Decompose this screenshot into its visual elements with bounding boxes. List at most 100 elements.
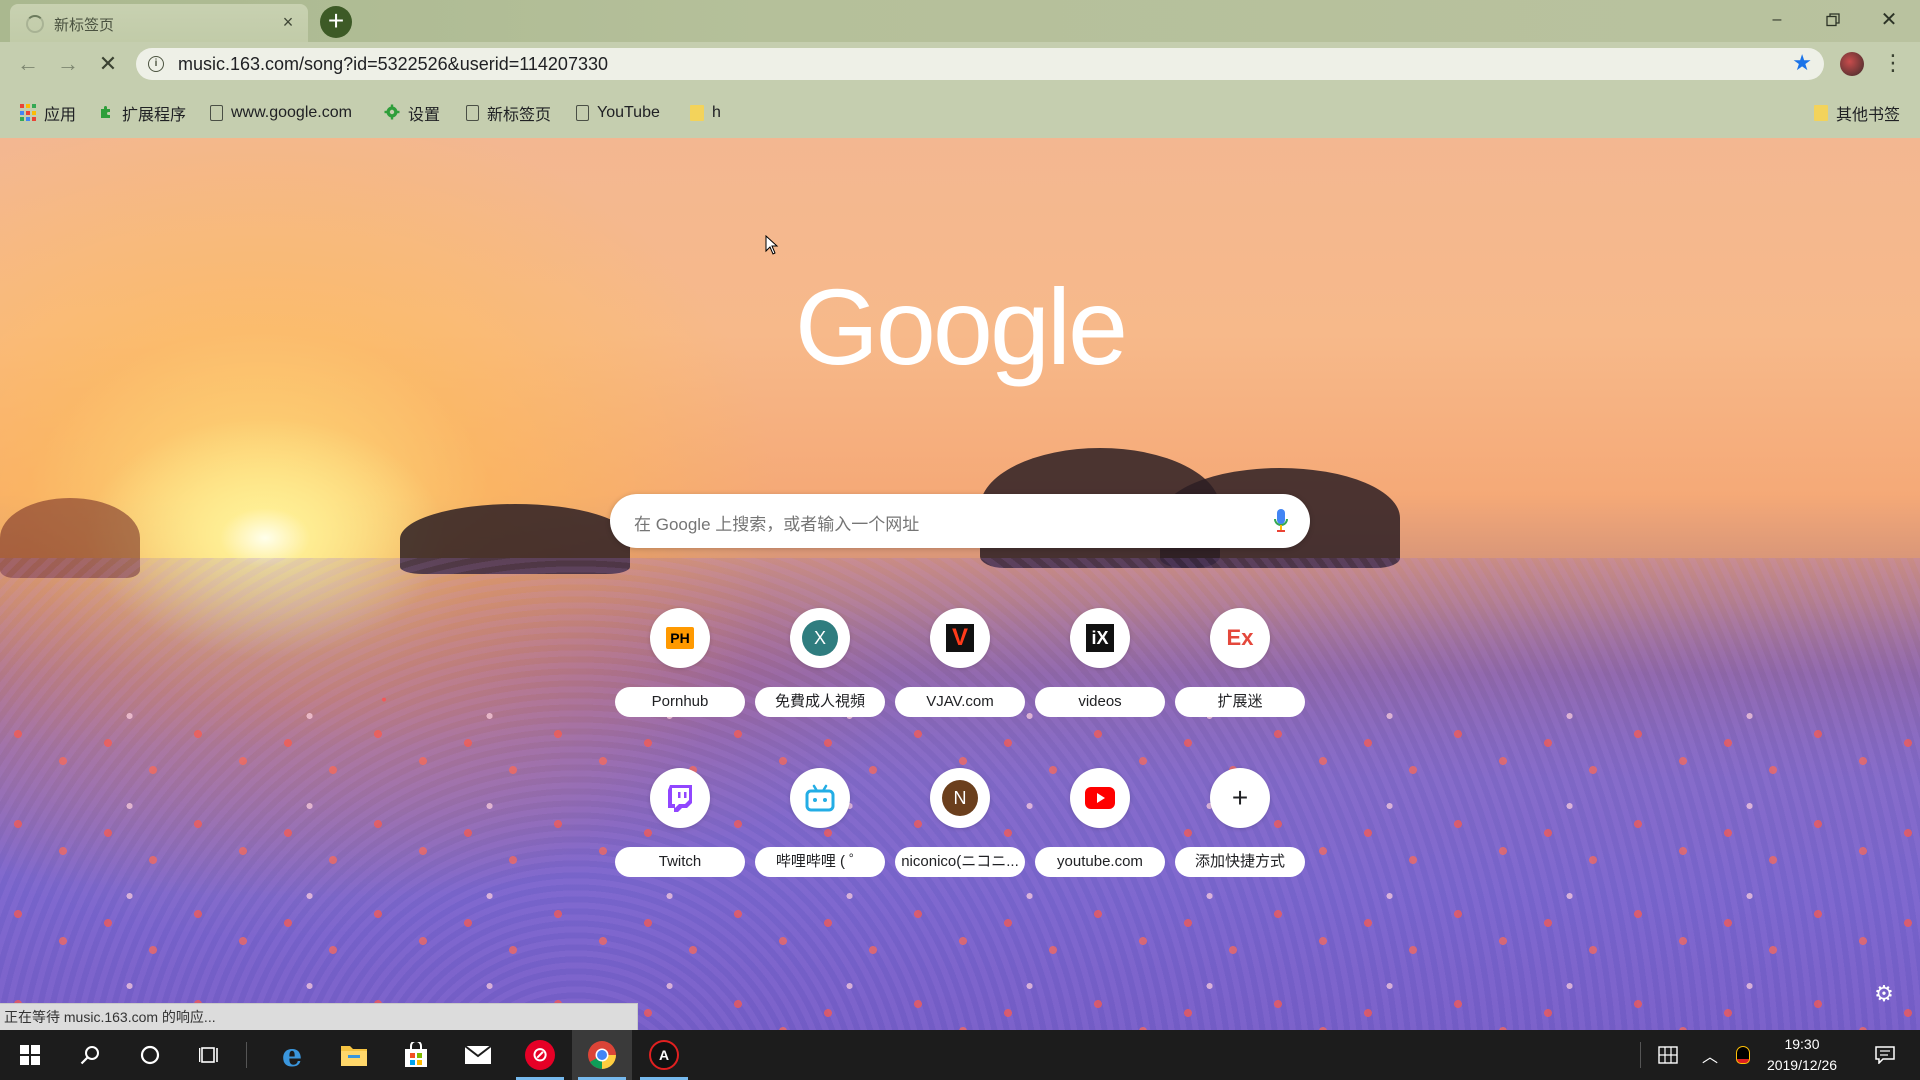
close-window-button[interactable]: ✕	[1866, 4, 1912, 36]
bookmark-other[interactable]: 其他书签	[1814, 102, 1900, 124]
shortcut-label[interactable]: 免費成人視頻	[755, 687, 885, 717]
shortcut-vjav[interactable]: V VJAV.com	[895, 608, 1025, 728]
shortcut-label[interactable]: Twitch	[615, 847, 745, 877]
shortcut-icon[interactable]: V	[930, 608, 990, 668]
shortcut-icon[interactable]	[790, 768, 850, 828]
shortcut-twitch[interactable]: Twitch	[615, 768, 745, 888]
shortcut-icon[interactable]: X	[790, 608, 850, 668]
page-icon	[210, 105, 223, 121]
bookmark-star-icon[interactable]: ★	[1792, 50, 1812, 76]
forward-button[interactable]: →	[54, 50, 82, 78]
title-bar: 新标签页 × + – ✕	[0, 0, 1920, 42]
shortcut-label[interactable]: 扩展迷	[1175, 687, 1305, 717]
shortcut-label[interactable]: 添加快捷方式	[1175, 847, 1305, 877]
bookmark-label: YouTube	[597, 104, 660, 121]
shortcut-free-videos[interactable]: X 免費成人視頻	[755, 608, 885, 728]
shortcut-label[interactable]: niconico(ニコニ...	[895, 847, 1025, 877]
microphone-icon[interactable]	[1274, 507, 1288, 535]
shortcut-niconico[interactable]: N niconico(ニコニ...	[895, 768, 1025, 888]
tab-close-icon[interactable]: ×	[278, 12, 298, 32]
shortcut-label[interactable]: Pornhub	[615, 687, 745, 717]
bookmark-youtube[interactable]: YouTube	[576, 102, 660, 124]
cortana-ring-icon	[140, 1045, 160, 1065]
shortcut-label[interactable]: videos	[1035, 687, 1165, 717]
shortcut-videos[interactable]: iX videos	[1035, 608, 1165, 728]
shortcut-icon[interactable]: +	[1210, 768, 1270, 828]
shortcut-label[interactable]: 哔哩哔哩 ( ゜	[755, 847, 885, 877]
taskbar-search-button[interactable]	[60, 1030, 120, 1080]
google-logo: Google	[794, 266, 1128, 387]
minimize-button[interactable]: –	[1754, 4, 1800, 36]
start-button[interactable]	[0, 1030, 60, 1080]
input-method-button[interactable]	[1646, 1030, 1690, 1080]
shortcut-bilibili[interactable]: 哔哩哔哩 ( ゜	[755, 768, 885, 888]
search-box[interactable]: 在 Google 上搜索，或者输入一个网址	[610, 494, 1310, 548]
clock-date: 2019/12/26	[1766, 1057, 1838, 1073]
store-bag-icon	[405, 1042, 427, 1067]
windows-logo-icon	[20, 1045, 40, 1065]
add-shortcut[interactable]: + 添加快捷方式	[1175, 768, 1305, 888]
ix-logo-icon: iX	[1086, 624, 1114, 652]
browser-toolbar: ← → ✕ i music.163.com/song?id=5322526&us…	[0, 42, 1920, 86]
bookmark-extensions[interactable]: 扩展程序	[98, 102, 186, 124]
shortcut-icon[interactable]: Ex	[1210, 608, 1270, 668]
customize-gear-icon[interactable]: ⚙	[1872, 982, 1896, 1006]
bookmark-label: 应用	[44, 107, 77, 124]
a-badge-icon: A	[649, 1040, 679, 1070]
mail-app[interactable]	[448, 1030, 508, 1080]
profile-avatar[interactable]	[1840, 52, 1864, 76]
shortcut-icon[interactable]: PH	[650, 608, 710, 668]
keyboard-grid-icon	[1658, 1046, 1678, 1064]
vjav-logo-icon: V	[946, 624, 974, 652]
tab-new-tab[interactable]: 新标签页 ×	[10, 4, 308, 42]
new-tab-button[interactable]: +	[320, 6, 352, 38]
chrome-icon	[588, 1041, 616, 1069]
menu-kebab-icon[interactable]: ⋮	[1882, 50, 1904, 78]
folder-icon	[341, 1046, 367, 1066]
restore-button[interactable]	[1810, 4, 1856, 36]
file-explorer-app[interactable]	[324, 1030, 384, 1080]
store-app[interactable]	[386, 1030, 446, 1080]
gear-icon	[384, 104, 400, 122]
bookmarks-bar: 应用 扩展程序 www.google.com 设置 新标签页 YouTube h…	[0, 86, 1920, 139]
chrome-app[interactable]	[572, 1030, 632, 1080]
action-center-button[interactable]	[1860, 1030, 1910, 1080]
netease-music-app[interactable]: ⊘	[510, 1030, 570, 1080]
shortcut-pornhub[interactable]: PH Pornhub	[615, 608, 745, 728]
chevron-up-icon: ︿	[1701, 1049, 1718, 1066]
shortcut-icon[interactable]: N	[930, 768, 990, 828]
bookmark-google[interactable]: www.google.com	[210, 102, 352, 124]
shortcut-label[interactable]: youtube.com	[1035, 847, 1165, 877]
bookmark-label: 设置	[408, 107, 441, 124]
shortcut-kuozhanmi[interactable]: Ex 扩展迷	[1175, 608, 1305, 728]
shortcut-label[interactable]: VJAV.com	[895, 687, 1025, 717]
bookmark-apps[interactable]: 应用	[20, 102, 76, 124]
address-bar[interactable]: i music.163.com/song?id=5322526&userid=1…	[136, 48, 1824, 80]
loading-spinner-icon	[26, 15, 44, 33]
show-hidden-icons-button[interactable]: ︿	[1692, 1030, 1728, 1080]
shortcut-icon[interactable]: iX	[1070, 608, 1130, 668]
bookmark-label: www.google.com	[231, 104, 352, 121]
qq-penguin-icon	[1737, 1047, 1749, 1063]
shortcut-icon[interactable]	[650, 768, 710, 828]
bookmark-folder-h[interactable]: h	[690, 102, 721, 124]
other-bookmarks-label: 其他书签	[1836, 107, 1901, 124]
bookmark-label: 扩展程序	[122, 107, 187, 124]
bookmark-new-tab[interactable]: 新标签页	[466, 102, 551, 124]
youtube-play-icon	[1085, 787, 1115, 809]
site-info-icon[interactable]: i	[148, 56, 164, 72]
clock-time: 19:30	[1784, 1036, 1820, 1052]
stop-button[interactable]: ✕	[94, 50, 122, 78]
other-app[interactable]: A	[634, 1030, 694, 1080]
shortcut-icon[interactable]	[1070, 768, 1130, 828]
system-clock[interactable]: 19:30 2019/12/26	[1752, 1034, 1852, 1076]
edge-app[interactable]: e	[262, 1030, 322, 1080]
search-placeholder[interactable]: 在 Google 上搜索，或者输入一个网址	[634, 510, 919, 535]
status-bubble: 正在等待 music.163.com 的响应...	[0, 1003, 638, 1030]
back-button[interactable]: ←	[14, 50, 42, 78]
task-view-button[interactable]	[180, 1030, 240, 1080]
shortcut-youtube[interactable]: youtube.com	[1035, 768, 1165, 888]
address-url[interactable]: music.163.com/song?id=5322526&userid=114…	[178, 54, 608, 75]
bookmark-settings[interactable]: 设置	[384, 102, 440, 124]
cortana-button[interactable]	[120, 1030, 180, 1080]
